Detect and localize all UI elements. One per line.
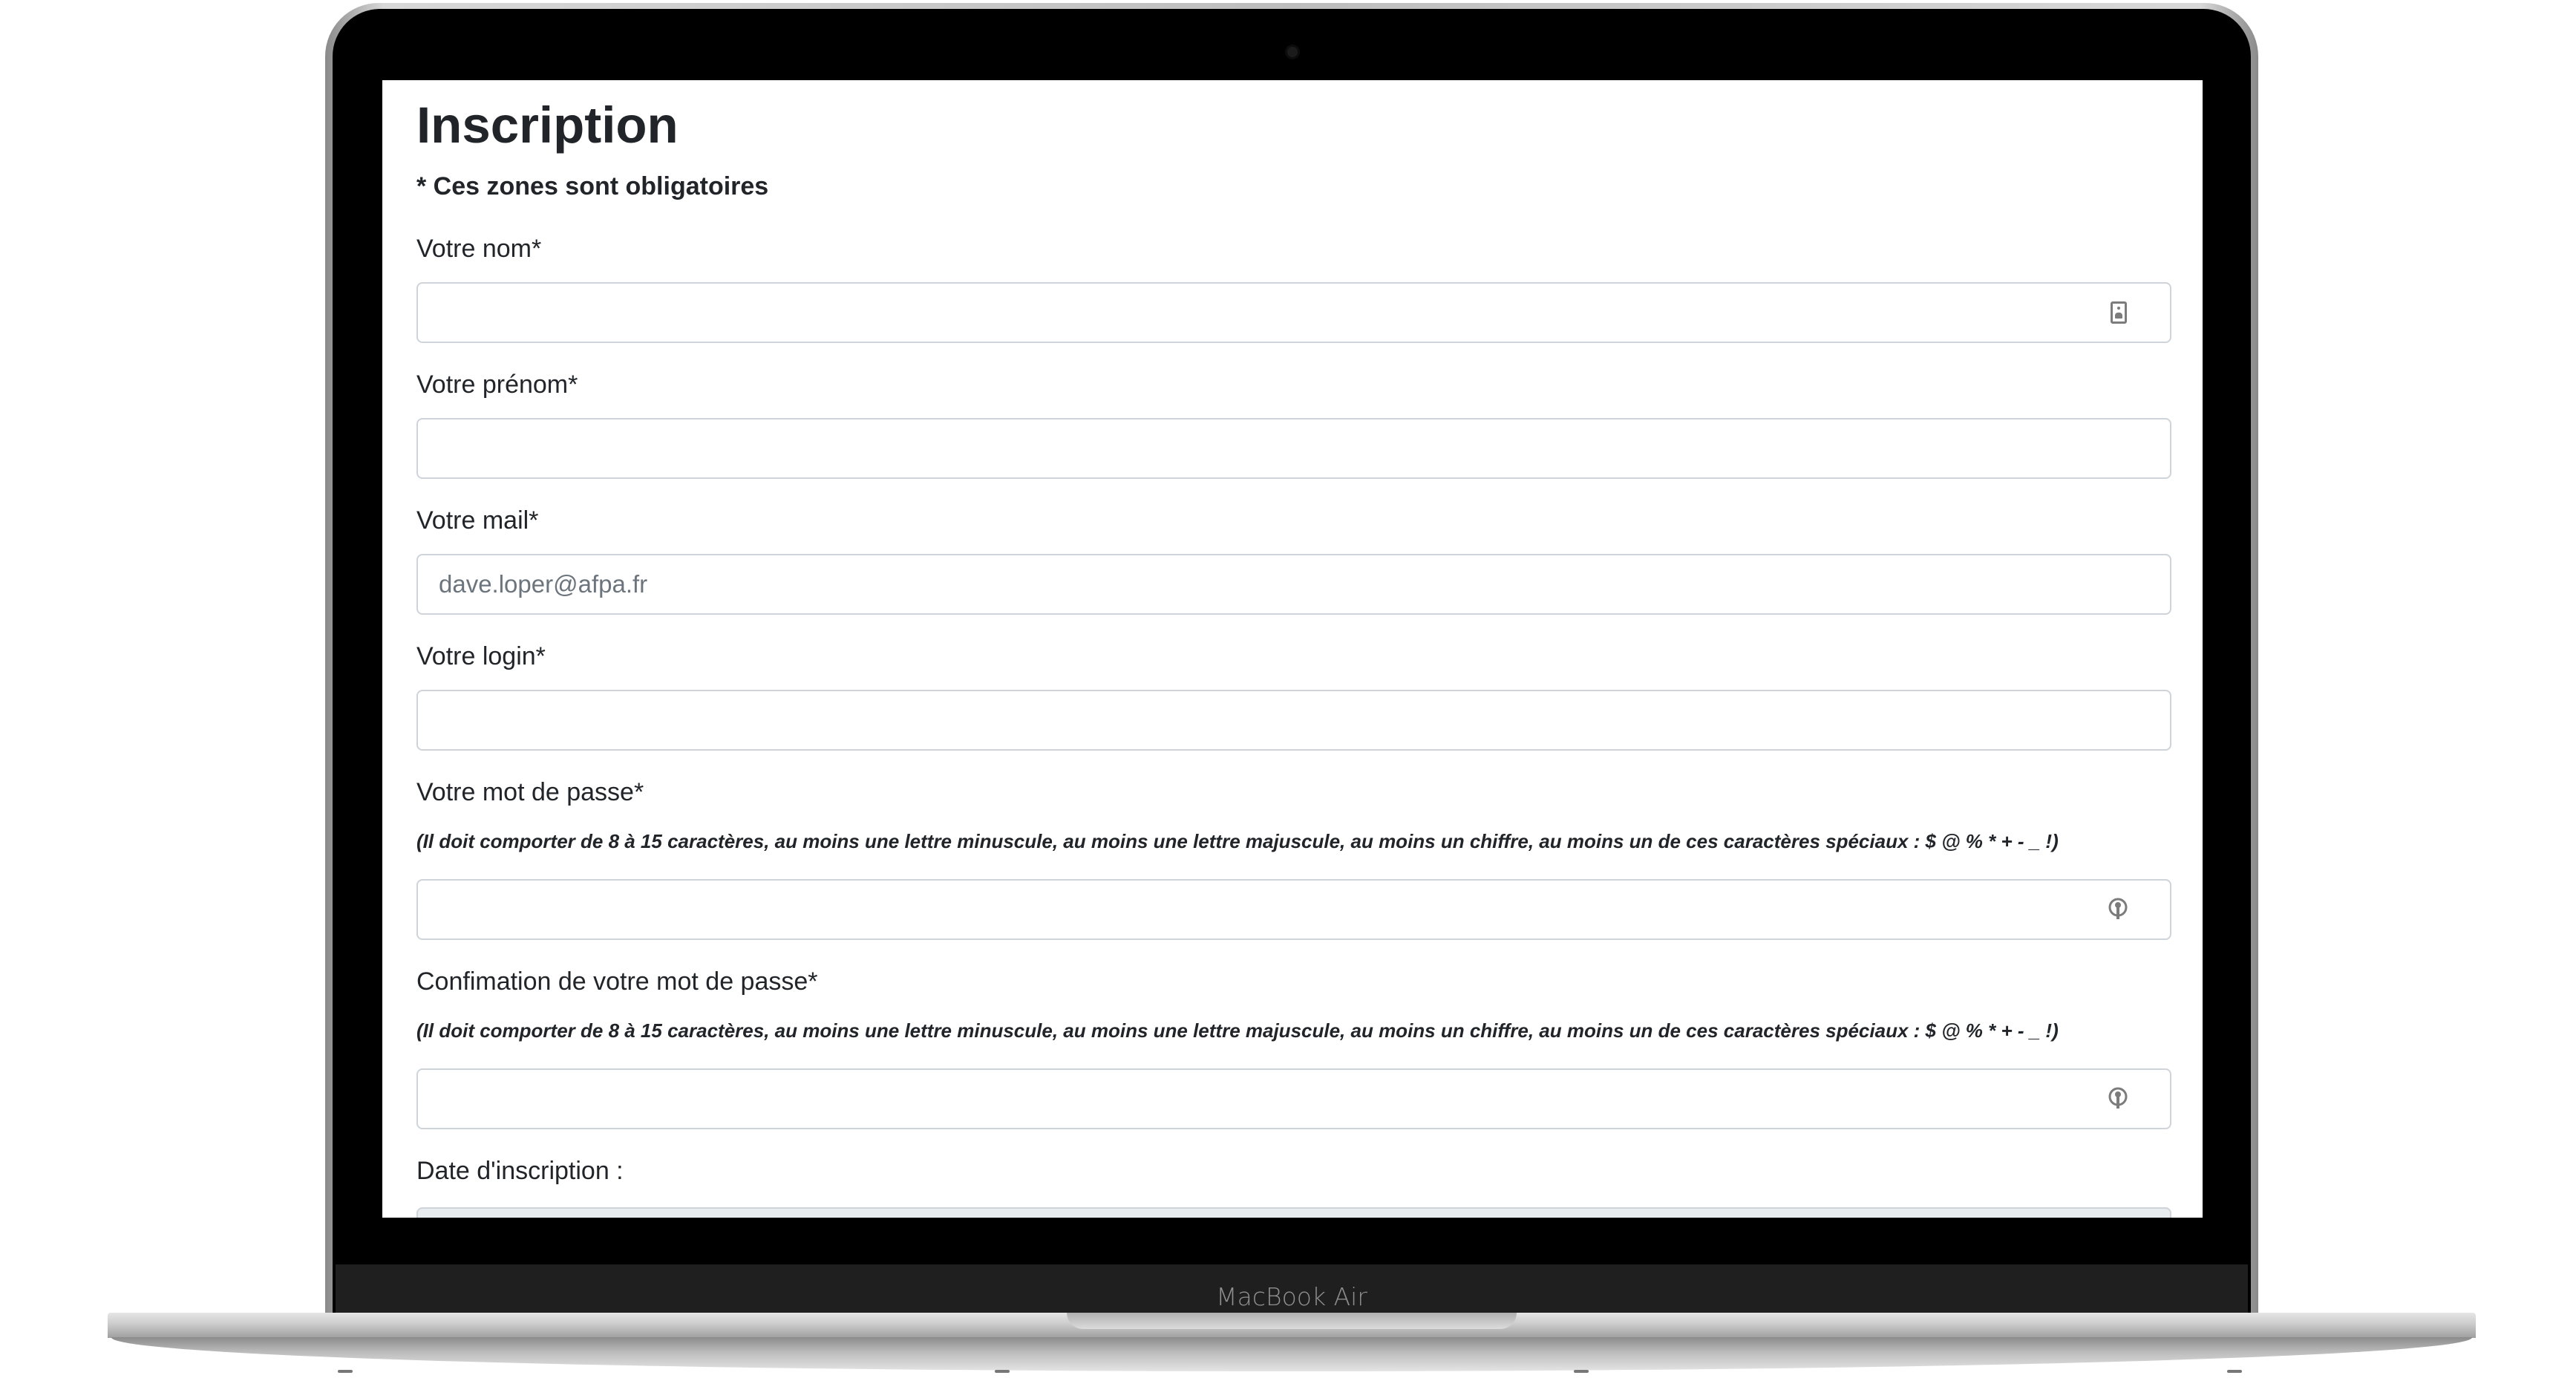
mail-field-wrapper [416,554,2171,615]
password-confirm-label: Confimation de votre mot de passe* [416,967,818,996]
date-inscription-field [416,1207,2171,1218]
laptop-screen: Inscription * Ces zones sont obligatoire… [382,80,2203,1218]
login-field-wrapper [416,690,2171,751]
password-input[interactable] [418,881,2170,938]
mail-label: Votre mail* [416,506,539,535]
mail-input[interactable] [418,555,2170,613]
password-field-wrapper [416,879,2171,940]
prenom-label: Votre prénom* [416,370,578,399]
password-confirm-input[interactable] [418,1070,2170,1128]
laptop-base-bottom [111,1337,2472,1371]
page-title: Inscription [416,97,679,154]
password-hint: (Il doit comporter de 8 à 15 caractères,… [416,830,2059,852]
laptop-hinge-notch [1067,1313,1517,1329]
contact-card-icon[interactable] [2111,301,2127,324]
password-confirm-hint: (Il doit comporter de 8 à 15 caractères,… [416,1019,2059,1042]
password-label: Votre mot de passe* [416,778,644,806]
password-key-icon[interactable] [2108,1086,2128,1113]
laptop-foot [1574,1370,1589,1373]
nom-input[interactable] [418,284,2170,342]
password-key-icon[interactable] [2108,897,2128,924]
laptop-foot [995,1370,1010,1373]
date-inscription-label: Date d'inscription : [416,1157,624,1185]
prenom-field-wrapper [416,418,2171,479]
required-fields-note: * Ces zones sont obligatoires [416,172,769,200]
prenom-input[interactable] [418,419,2170,477]
laptop-foot [2227,1370,2242,1373]
nom-field-wrapper [416,282,2171,343]
nom-label: Votre nom* [416,235,542,263]
login-input[interactable] [418,691,2170,749]
password-confirm-field-wrapper [416,1068,2171,1129]
camera-icon [1287,47,1298,57]
laptop-foot [338,1370,353,1373]
login-label: Votre login* [416,642,546,670]
